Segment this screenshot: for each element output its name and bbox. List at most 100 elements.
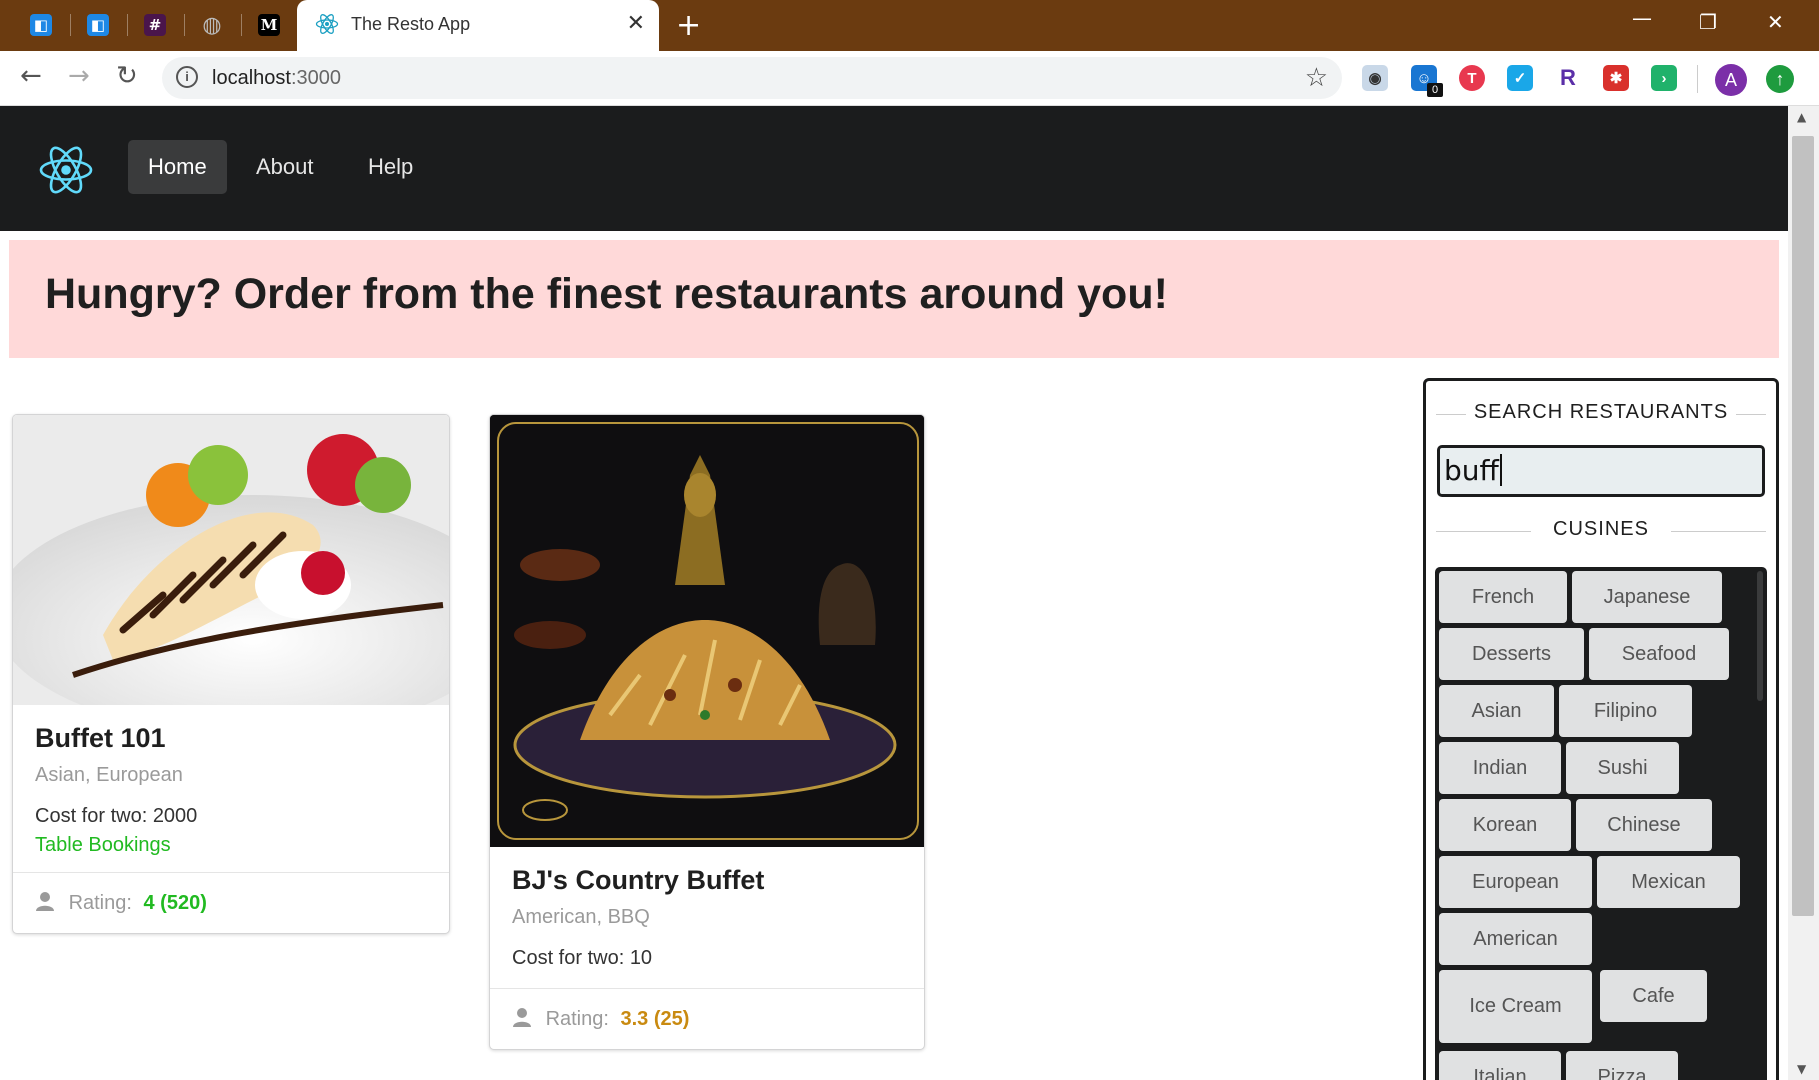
reload-icon[interactable]: ↻ — [116, 61, 138, 91]
cuisine-chip-ice-cream[interactable]: Ice Cream — [1439, 970, 1592, 1043]
page-scrollbar[interactable]: ▲ ▼ — [1788, 106, 1819, 1080]
react-logo-icon — [315, 14, 339, 34]
bookmark-star-icon[interactable]: ☆ — [1305, 63, 1328, 93]
cuisine-chip-cafe[interactable]: Cafe — [1600, 970, 1707, 1022]
legend-rule — [1436, 414, 1466, 415]
medium-icon: M — [258, 14, 280, 36]
scroll-down-arrow-icon[interactable]: ▼ — [1797, 1062, 1806, 1076]
tab-the-resto-app[interactable]: The Resto App ✕ — [297, 0, 659, 51]
tab-separator — [70, 14, 71, 36]
react-logo-icon[interactable] — [38, 142, 94, 198]
cuisine-chip-desserts[interactable]: Desserts — [1439, 628, 1584, 680]
banner-headline: Hungry? Order from the finest restaurant… — [45, 270, 1168, 318]
url-port: :3000 — [290, 67, 341, 89]
search-panel: SEARCH RESTAURANTS buff CUSINES French J… — [1423, 378, 1779, 1080]
scrollbar-thumb[interactable] — [1792, 136, 1814, 916]
cuisine-chip-japanese[interactable]: Japanese — [1572, 571, 1722, 623]
profile-avatar[interactable]: A — [1715, 64, 1747, 96]
rating-label: Rating: — [545, 1008, 609, 1030]
cuisine-chip-filipino[interactable]: Filipino — [1559, 685, 1692, 737]
biryani-photo-icon — [490, 415, 924, 847]
dessert-photo-icon — [13, 415, 449, 705]
cuisine-chip-asian[interactable]: Asian — [1439, 685, 1554, 737]
browser-toolbar: ← → ↻ i localhost:3000 ☆ ◉ ☺ 0 T ✓ R ✱ ›… — [0, 51, 1819, 106]
cuisine-chip-chinese[interactable]: Chinese — [1576, 799, 1712, 851]
cuisine-filter-list: French Japanese Desserts Seafood Asian F… — [1435, 567, 1767, 1080]
extension-check-icon[interactable]: ✓ — [1507, 65, 1533, 91]
pinned-tab-azure-2[interactable]: ◧ — [81, 10, 115, 40]
pinned-tab-globe[interactable]: ◍ — [195, 10, 229, 40]
azure-devops-icon: ◧ — [30, 14, 52, 36]
pinned-tab-azure[interactable]: ◧ — [24, 10, 58, 40]
rating-value: 3.3 (25) — [620, 1008, 690, 1030]
pinned-tab-medium[interactable]: M — [252, 10, 286, 40]
cuisine-chip-seafood[interactable]: Seafood — [1589, 628, 1729, 680]
toolbar-separator — [1697, 65, 1698, 93]
new-tab-button[interactable]: + — [676, 8, 701, 43]
cuisines-title: CUSINES — [1553, 518, 1649, 540]
cuisine-chip-indian[interactable]: Indian — [1439, 742, 1561, 794]
search-query: buff — [1444, 454, 1499, 487]
dessert-photo — [13, 415, 449, 705]
restaurant-cost: Cost for two: 10 — [512, 947, 653, 969]
text-caret — [1499, 454, 1502, 486]
cuisine-chip-european[interactable]: European — [1439, 856, 1592, 908]
extension-terminal-icon[interactable]: › — [1651, 65, 1677, 91]
tab-separator — [127, 14, 128, 36]
tab-separator — [184, 14, 185, 36]
pinned-tab-slack[interactable]: # — [138, 10, 172, 40]
search-input[interactable]: buff — [1437, 445, 1765, 497]
extension-badge: 0 — [1427, 83, 1443, 97]
page-viewport: Home About Help Hungry? Order from the f… — [0, 106, 1788, 1080]
legend-rule — [1436, 531, 1531, 532]
restaurant-card[interactable]: Buffet 101 Asian, European Cost for two:… — [12, 414, 450, 934]
restaurant-cost: Cost for two: 2000 — [35, 805, 198, 827]
restaurant-name[interactable]: BJ's Country Buffet — [512, 865, 902, 896]
update-arrow-icon[interactable]: ↑ — [1766, 65, 1794, 93]
forward-arrow-icon[interactable]: → — [68, 61, 90, 91]
restore-icon[interactable]: ❐ — [1699, 10, 1717, 34]
cuisine-chip-mexican[interactable]: Mexican — [1597, 856, 1740, 908]
card-footer: Rating: 3.3 (25) — [490, 988, 924, 1049]
card-body: BJ's Country Buffet American, BBQ Cost f… — [490, 847, 924, 970]
search-title: SEARCH RESTAURANTS — [1473, 401, 1729, 423]
user-icon — [36, 892, 54, 911]
close-window-icon[interactable]: ✕ — [1767, 10, 1784, 34]
extension-r-icon[interactable]: R — [1555, 65, 1581, 91]
back-arrow-icon[interactable]: ← — [20, 61, 42, 91]
azure-devops-icon: ◧ — [87, 14, 109, 36]
cuisine-chip-korean[interactable]: Korean — [1439, 799, 1571, 851]
extension-mask-icon[interactable]: ◉ — [1362, 65, 1388, 91]
close-tab-icon[interactable]: ✕ — [627, 11, 645, 36]
minimize-icon[interactable]: — — [1632, 6, 1652, 30]
restaurant-cuisines: Asian, European — [35, 764, 183, 786]
nav-home[interactable]: Home — [128, 140, 227, 194]
nav-help[interactable]: Help — [348, 140, 433, 194]
restaurant-card[interactable]: BJ's Country Buffet American, BBQ Cost f… — [489, 414, 925, 1050]
extension-t-icon[interactable]: T — [1459, 65, 1485, 91]
restaurant-name[interactable]: Buffet 101 — [35, 723, 427, 754]
scroll-up-arrow-icon[interactable]: ▲ — [1797, 110, 1806, 124]
globe-icon: ◍ — [202, 12, 222, 38]
app-navbar: Home About Help — [0, 106, 1788, 231]
tab-title: The Resto App — [351, 14, 471, 34]
cuisine-chip-pizza[interactable]: Pizza — [1566, 1051, 1678, 1080]
url-text[interactable]: localhost:3000 — [212, 67, 341, 90]
rating-label: Rating: — [68, 892, 132, 914]
hero-banner: Hungry? Order from the finest restaurant… — [9, 240, 1779, 358]
nav-about[interactable]: About — [236, 140, 334, 194]
user-icon — [513, 1008, 531, 1027]
cuisine-list-scrollbar[interactable] — [1757, 571, 1763, 701]
cuisine-chip-italian[interactable]: Italian — [1439, 1051, 1561, 1080]
slack-icon: # — [144, 14, 166, 36]
legend-rule — [1736, 414, 1766, 415]
cuisine-chip-french[interactable]: French — [1439, 571, 1567, 623]
cuisine-chip-sushi[interactable]: Sushi — [1566, 742, 1679, 794]
address-bar[interactable]: i localhost:3000 ☆ — [162, 57, 1342, 99]
extension-paw-icon[interactable]: ✱ — [1603, 65, 1629, 91]
card-body: Buffet 101 Asian, European Cost for two:… — [13, 705, 449, 857]
search-legend: SEARCH RESTAURANTS — [1426, 401, 1776, 424]
site-info-icon[interactable]: i — [176, 66, 198, 88]
cuisine-chip-american[interactable]: American — [1439, 913, 1592, 965]
card-footer: Rating: 4 (520) — [13, 872, 449, 933]
